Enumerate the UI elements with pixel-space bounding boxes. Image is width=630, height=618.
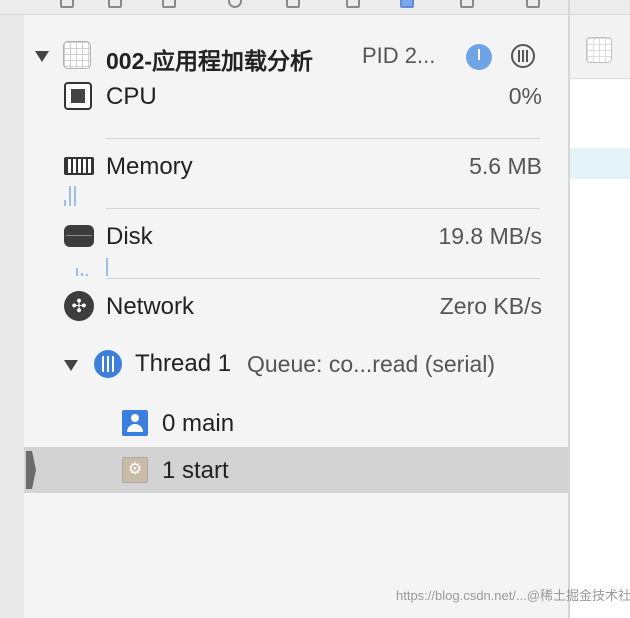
process-row[interactable]: 002-应用程加载分析 PID 2...	[24, 25, 568, 74]
watermark: https://blog.csdn.net/...@稀土掘金技术社区	[396, 588, 630, 603]
metric-label: Network	[106, 293, 195, 320]
metric-memory[interactable]: Memory 5.6 MB	[24, 140, 568, 210]
search-icon[interactable]	[228, 0, 242, 8]
graph-bar	[86, 274, 88, 276]
debug-navigator: 002-应用程加载分析 PID 2... CPU 0% Memory 5.6 M…	[24, 15, 568, 618]
person-icon	[122, 410, 148, 436]
metric-disk[interactable]: Disk 19.8 MB/s	[24, 210, 568, 280]
stack-frame-row[interactable]: 0 main	[24, 400, 568, 446]
editor-toolbar	[570, 0, 630, 15]
frame-label: 1 start	[162, 457, 229, 484]
cpu-icon	[64, 82, 92, 110]
graph-bar	[76, 268, 78, 276]
app-icon	[586, 37, 612, 63]
thread-label: Thread 1	[135, 350, 232, 377]
issue-icon[interactable]	[286, 0, 300, 8]
network-globe-icon: ✣	[64, 291, 94, 321]
metric-value: 0%	[508, 83, 542, 109]
disk-graph	[72, 256, 112, 276]
disclosure-triangle-icon[interactable]	[64, 360, 78, 371]
divider	[106, 208, 540, 209]
left-gutter	[0, 0, 25, 618]
highlighted-line	[570, 148, 630, 179]
metric-value: 19.8 MB/s	[438, 223, 542, 249]
divider	[106, 138, 540, 139]
editor-tab[interactable]	[570, 15, 630, 79]
editor-area	[570, 0, 630, 618]
disk-icon	[64, 225, 94, 247]
gauge-icon[interactable]	[466, 44, 492, 70]
divider	[106, 278, 540, 279]
thread-row[interactable]: Thread 1 Queue: co...read (serial)	[24, 345, 568, 385]
graph-bar	[69, 186, 71, 206]
folder-icon[interactable]	[60, 0, 74, 8]
memory-icon	[64, 157, 94, 175]
disclosure-triangle-icon[interactable]	[35, 51, 49, 62]
program-counter-marker-icon[interactable]	[26, 451, 36, 489]
metric-label: Disk	[106, 223, 153, 250]
stack-frame-row-selected[interactable]: ⚙ 1 start	[24, 447, 568, 493]
process-pid: PID 2...	[362, 43, 436, 68]
symbol-icon[interactable]	[162, 0, 176, 8]
gear-icon: ⚙	[122, 457, 148, 483]
breakpoint-icon[interactable]	[460, 0, 474, 8]
app-icon	[63, 41, 91, 69]
thread-icon	[94, 350, 122, 378]
source-control-icon[interactable]	[108, 0, 122, 8]
metric-value: 5.6 MB	[469, 153, 542, 179]
report-icon[interactable]	[526, 0, 540, 8]
test-icon[interactable]	[346, 0, 360, 8]
graph-bar	[81, 273, 83, 276]
thread-queue: Queue: co...read (serial)	[247, 351, 496, 377]
graph-bar	[74, 186, 76, 206]
threads-icon[interactable]	[511, 44, 535, 68]
metric-value: Zero KB/s	[439, 293, 542, 319]
metric-network[interactable]: ✣ Network Zero KB/s	[24, 280, 568, 350]
graph-bar	[106, 258, 108, 276]
memory-graph	[62, 184, 82, 206]
metric-label: Memory	[106, 153, 193, 180]
metric-cpu[interactable]: CPU 0%	[24, 70, 568, 140]
graph-bar	[64, 200, 66, 206]
frame-label: 0 main	[162, 410, 235, 437]
metric-label: CPU	[106, 83, 157, 110]
debug-icon[interactable]	[400, 0, 414, 8]
navigator-toolbar	[0, 0, 570, 15]
